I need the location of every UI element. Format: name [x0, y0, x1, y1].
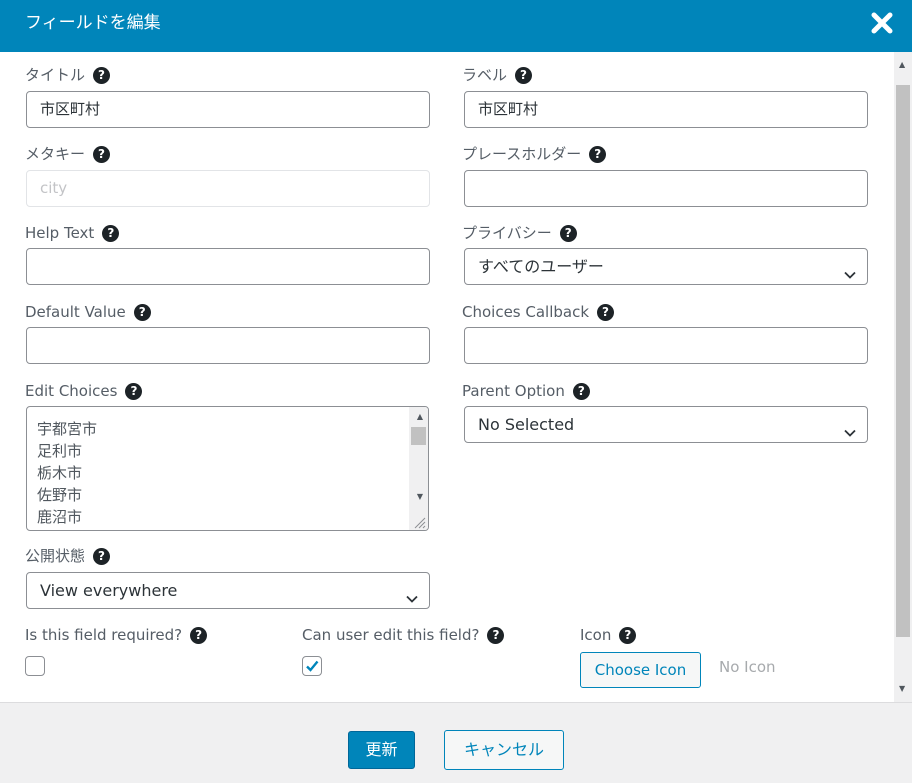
choices-lines: 宇都宮市 足利市 栃木市 佐野市 鹿沼市	[37, 418, 97, 528]
update-button[interactable]: 更新	[348, 731, 415, 769]
help-icon[interactable]: ?	[93, 547, 111, 565]
help-icon[interactable]: ?	[93, 145, 111, 163]
scroll-up-icon[interactable]: ▲	[417, 413, 423, 421]
scroll-down-icon[interactable]: ▼	[417, 493, 423, 501]
visibility-select[interactable]: View everywhere	[26, 572, 430, 609]
parent-option-select[interactable]: No Selected	[464, 406, 868, 443]
chevron-down-icon	[843, 418, 857, 437]
help-text-label: Help Text	[25, 224, 95, 242]
meta-key-label: メタキー	[25, 145, 86, 163]
title-input[interactable]: 市区町村	[26, 91, 430, 128]
choice-line: 足利市	[37, 442, 83, 460]
label-input[interactable]: 市区町村	[464, 91, 868, 128]
scroll-thumb[interactable]	[411, 427, 426, 445]
chevron-down-icon	[843, 260, 857, 279]
required-field-label: Is this field required??	[25, 625, 208, 645]
editable-label: Can user edit this field?	[302, 626, 480, 644]
help-icon[interactable]: ?	[572, 382, 590, 400]
required-label: Is this field required?	[25, 626, 183, 644]
scroll-down-icon[interactable]: ▼	[899, 684, 905, 693]
editable-field-label: Can user edit this field??	[302, 625, 505, 645]
choices-callback-label: Choices Callback	[462, 303, 590, 321]
title-field-label: タイトル?	[25, 65, 111, 85]
dialog-scrollbar[interactable]: ▲ ▼	[894, 52, 912, 702]
default-value-label: Default Value	[25, 303, 126, 321]
help-icon[interactable]: ?	[515, 66, 533, 84]
choice-line: 栃木市	[37, 464, 83, 482]
dialog-title: フィールドを編集	[25, 13, 161, 33]
dialog-footer: 更新 キャンセル	[0, 702, 912, 783]
scroll-up-icon[interactable]: ▲	[899, 60, 905, 69]
help-text-field-label: Help Text?	[25, 223, 120, 243]
choice-line: 佐野市	[37, 486, 83, 504]
help-icon[interactable]: ?	[102, 224, 120, 242]
help-icon[interactable]: ?	[589, 145, 607, 163]
help-icon[interactable]: ?	[125, 382, 143, 400]
privacy-label: プライバシー	[462, 224, 552, 242]
label-label: ラベル	[462, 66, 508, 84]
visibility-selected-value: View everywhere	[40, 581, 178, 600]
help-icon[interactable]: ?	[133, 303, 151, 321]
edit-choices-field-label: Edit Choices?	[25, 381, 143, 401]
dialog-body: タイトル? 市区町村 ラベル? 市区町村 メタキー? city プレースホルダー…	[0, 52, 894, 702]
default-value-input[interactable]	[26, 327, 430, 364]
icon-field-label: Icon?	[580, 625, 637, 645]
choice-line: 鹿沼市	[37, 508, 83, 526]
placeholder-input[interactable]	[464, 170, 868, 207]
parent-option-field-label: Parent Option?	[462, 381, 590, 401]
help-icon[interactable]: ?	[597, 303, 615, 321]
privacy-select[interactable]: すべてのユーザー	[464, 248, 868, 285]
label-field-label: ラベル?	[462, 65, 533, 85]
icon-status: No Icon	[719, 658, 776, 676]
help-icon[interactable]: ?	[619, 626, 637, 644]
default-value-field-label: Default Value?	[25, 302, 151, 322]
parent-option-selected-value: No Selected	[478, 415, 575, 434]
dialog-header: フィールドを編集	[0, 0, 912, 52]
meta-key-input: city	[26, 170, 430, 207]
help-icon[interactable]: ?	[487, 626, 505, 644]
title-label: タイトル	[25, 66, 86, 84]
help-text-input[interactable]	[26, 248, 430, 285]
placeholder-field-label: プレースホルダー?	[462, 144, 607, 164]
choice-line: 宇都宮市	[37, 420, 98, 438]
help-icon[interactable]: ?	[93, 66, 111, 84]
choices-callback-field-label: Choices Callback?	[462, 302, 615, 322]
editable-checkbox[interactable]	[302, 656, 322, 676]
choose-icon-button[interactable]: Choose Icon	[580, 652, 701, 688]
help-icon[interactable]: ?	[190, 626, 208, 644]
required-checkbox[interactable]	[25, 656, 45, 676]
visibility-field-label: 公開状態?	[25, 546, 111, 566]
meta-key-field-label: メタキー?	[25, 144, 111, 164]
cancel-button[interactable]: キャンセル	[444, 730, 564, 770]
parent-option-label: Parent Option	[462, 382, 565, 400]
checkmark-icon	[306, 660, 319, 672]
edit-choices-label: Edit Choices	[25, 382, 118, 400]
visibility-label: 公開状態	[25, 547, 86, 565]
privacy-field-label: プライバシー?	[462, 223, 577, 243]
choices-callback-input[interactable]	[464, 327, 868, 364]
resize-grip-icon[interactable]	[412, 514, 426, 529]
close-icon[interactable]	[870, 11, 894, 35]
icon-label: Icon	[580, 626, 612, 644]
edit-choices-textarea[interactable]: 宇都宮市 足利市 栃木市 佐野市 鹿沼市 ▲ ▼	[26, 406, 429, 531]
placeholder-label: プレースホルダー	[462, 145, 582, 163]
privacy-selected-value: すべてのユーザー	[478, 257, 604, 276]
scroll-thumb[interactable]	[896, 85, 910, 637]
chevron-down-icon	[405, 584, 419, 603]
help-icon[interactable]: ?	[559, 224, 577, 242]
textarea-scrollbar[interactable]: ▲ ▼	[409, 407, 428, 530]
